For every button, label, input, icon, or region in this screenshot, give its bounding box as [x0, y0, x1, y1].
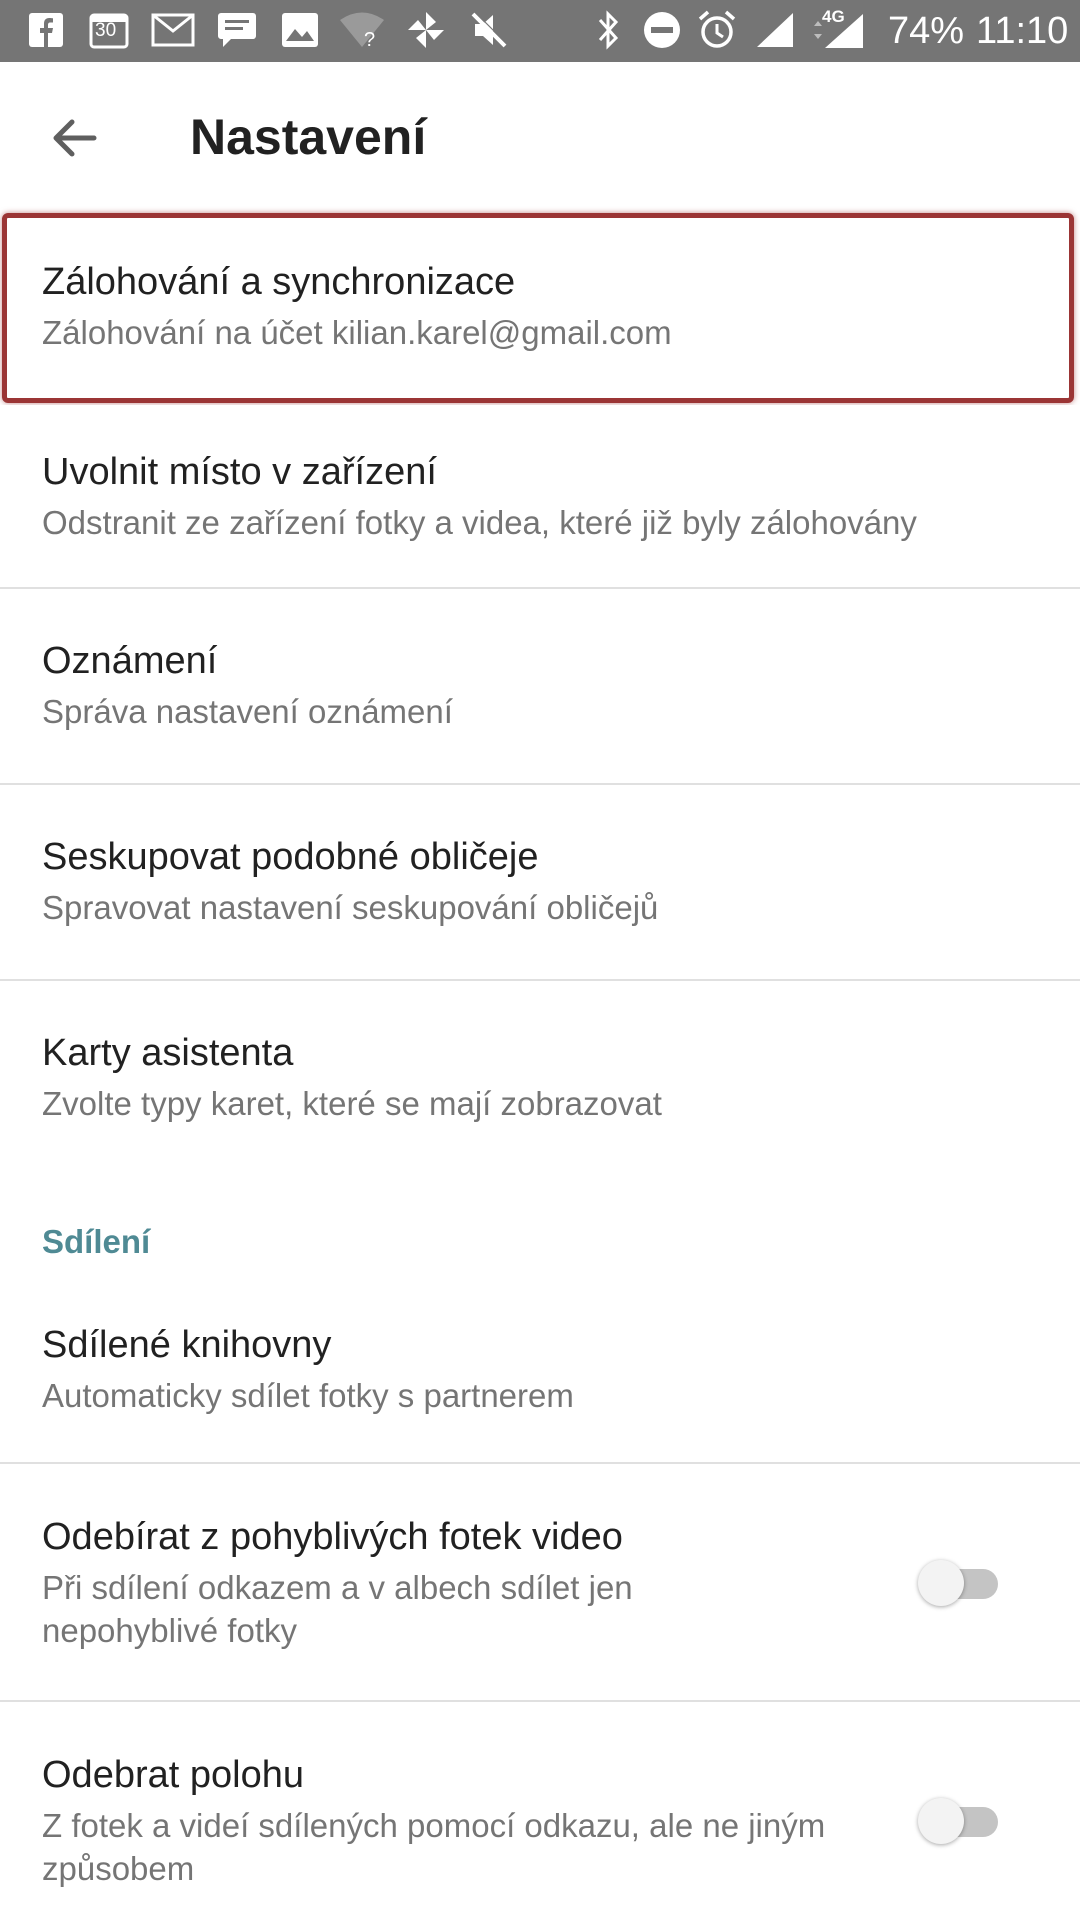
setting-free-space[interactable]: Uvolnit místo v zařízení Odstranit ze za…	[0, 405, 1080, 585]
setting-remove-location[interactable]: Odebrat polohu Z fotek a videí sdílených…	[0, 1702, 1080, 1920]
toggle-thumb	[918, 1560, 964, 1606]
setting-title: Odebírat z pohyblivých fotek video	[42, 1516, 623, 1558]
mute-icon	[467, 10, 511, 50]
setting-title: Uvolnit místo v zařízení	[42, 451, 437, 493]
bluetooth-icon	[592, 10, 626, 50]
gallery-icon	[280, 10, 320, 50]
setting-title: Odebrat polohu	[42, 1754, 304, 1796]
svg-text:?: ?	[364, 29, 375, 49]
toggle-thumb	[918, 1798, 964, 1844]
setting-subtitle: Z fotek a videí sdílených pomocí odkazu,…	[42, 1807, 826, 1887]
setting-assistant-cards[interactable]: Karty asistenta Zvolte typy karet, které…	[0, 981, 1080, 1171]
section-header-sharing: Sdílení	[42, 1223, 151, 1260]
setting-subtitle: Při sdílení odkazem a v albech sdílet je…	[42, 1569, 633, 1649]
alarm-icon	[695, 10, 739, 50]
network-label: 4G	[822, 7, 845, 26]
app-bar: Nastavení	[0, 62, 1080, 212]
gmail-icon	[150, 10, 196, 50]
wifi-icon: ?	[338, 10, 386, 50]
battery-percentage: 74%	[888, 10, 965, 52]
setting-title: Oznámení	[42, 640, 218, 682]
setting-title: Sdílené knihovny	[42, 1324, 332, 1366]
highlight-frame	[2, 213, 1074, 403]
back-button[interactable]	[38, 102, 110, 174]
calendar-day-text: 30	[95, 20, 117, 41]
status-bar: 30 ? 4G 74% 11:10	[0, 0, 1080, 62]
setting-subtitle: Automaticky sdílet fotky s partnerem	[42, 1377, 574, 1414]
setting-shared-libraries[interactable]: Sdílené knihovny Automaticky sdílet fotk…	[0, 1280, 1080, 1462]
arrow-back-icon	[53, 119, 97, 157]
location-toggle[interactable]	[918, 1792, 1008, 1848]
calendar-icon: 30	[88, 10, 130, 50]
setting-subtitle: Spravovat nastavení seskupování obličejů	[42, 889, 659, 926]
page-title: Nastavení	[190, 109, 427, 165]
setting-subtitle: Odstranit ze zařízení fotky a videa, kte…	[42, 504, 917, 541]
pinwheel-icon	[404, 10, 448, 50]
motion-video-toggle[interactable]	[918, 1554, 1008, 1610]
setting-title: Seskupovat podobné obličeje	[42, 836, 539, 878]
setting-subtitle: Zvolte typy karet, které se mají zobrazo…	[42, 1085, 662, 1122]
dnd-icon	[640, 10, 684, 50]
setting-title: Karty asistenta	[42, 1032, 294, 1074]
clock: 11:10	[976, 10, 1069, 52]
message-icon	[215, 10, 259, 50]
setting-subtitle: Správa nastavení oznámení	[42, 693, 453, 730]
setting-face-grouping[interactable]: Seskupovat podobné obličeje Spravovat na…	[0, 785, 1080, 979]
setting-notifications[interactable]: Oznámení Správa nastavení oznámení	[0, 589, 1080, 783]
setting-remove-motion-video[interactable]: Odebírat z pohyblivých fotek video Při s…	[0, 1464, 1080, 1700]
facebook-icon	[26, 10, 66, 50]
signal-4g-icon: 4G	[808, 7, 870, 50]
signal-icon	[753, 10, 797, 50]
